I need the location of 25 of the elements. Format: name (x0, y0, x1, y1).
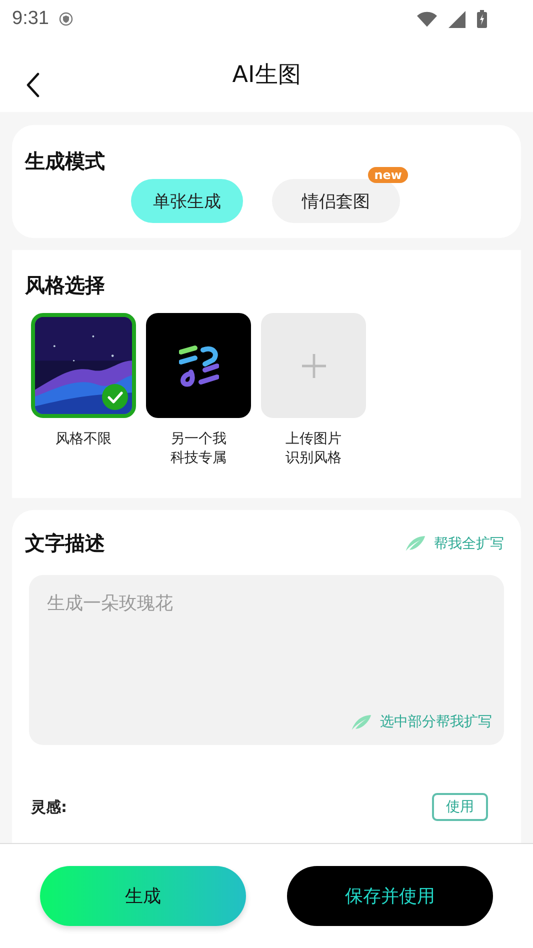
section-title: 文字描述 (25, 530, 105, 557)
section-title: 生成模式 (25, 148, 105, 175)
back-icon[interactable] (26, 72, 40, 98)
page-title: AI生图 (232, 60, 301, 90)
check-icon (102, 384, 128, 410)
feather-icon (350, 714, 372, 730)
signal-icon (447, 10, 467, 28)
inspiration-label: 灵感: (31, 798, 67, 816)
mode-tab[interactable]: 单张生成 (131, 179, 243, 223)
wifi-icon (417, 10, 437, 28)
status-time: 9:31 (12, 8, 49, 30)
shield-icon (58, 12, 73, 26)
mode-tab[interactable]: 情侣套图 (272, 179, 400, 223)
style-label: 风格不限 (54, 430, 112, 449)
logo-icon (178, 344, 218, 388)
battery-icon (477, 10, 487, 28)
save-button[interactable]: 保存并使用 (287, 866, 493, 926)
section-title: 风格选择 (25, 272, 105, 299)
generate-button[interactable]: 生成 (40, 866, 246, 926)
plus-icon (300, 352, 326, 378)
style-label: 另一个我科技专属 (170, 430, 228, 468)
feather-icon (404, 535, 426, 552)
style-option[interactable] (146, 313, 251, 418)
style-label: 上传图片识别风格 (284, 430, 342, 468)
new-badge: new (368, 167, 408, 183)
